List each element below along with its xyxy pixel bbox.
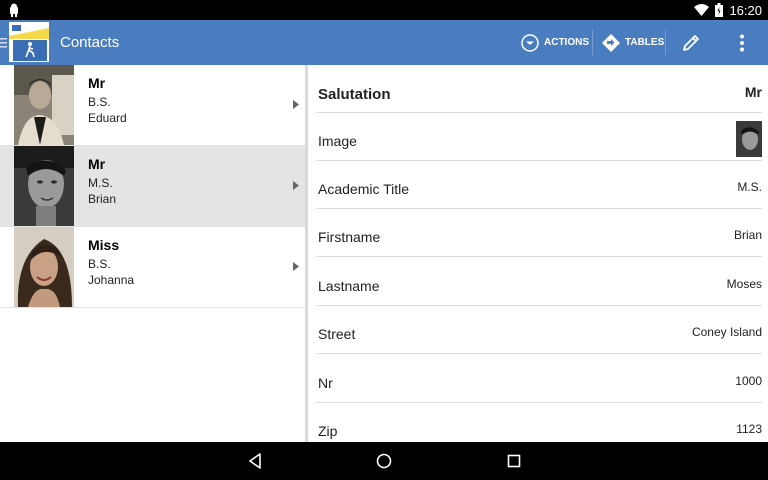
contact-photo	[14, 227, 74, 307]
detail-row-academic-title[interactable]: Academic Title M.S.	[316, 161, 762, 209]
detail-label: Nr	[318, 375, 333, 391]
contact-list: Mr B.S. Eduard Mr M.S. Brian Miss B.S. J…	[0, 65, 305, 442]
pencil-icon	[683, 34, 699, 51]
clock: 16:20	[729, 2, 762, 18]
toolbar-divider	[592, 30, 593, 55]
chevron-right-icon	[293, 181, 299, 190]
detail-value: M.S.	[737, 180, 762, 194]
contact-photo	[14, 146, 74, 226]
contact-list-item[interactable]: Mr M.S. Brian	[0, 146, 305, 227]
contact-image-thumbnail[interactable]	[736, 121, 762, 157]
contact-firstname: Eduard	[88, 111, 127, 125]
battery-icon	[715, 3, 724, 17]
more-vertical-icon	[740, 34, 744, 51]
contact-detail: Salutation Mr Image Academic Title M.S. …	[308, 65, 768, 442]
detail-value: Coney Island	[691, 325, 762, 339]
detail-row-firstname[interactable]: Firstname Brian	[316, 209, 762, 257]
contact-firstname: Johanna	[88, 273, 135, 287]
detail-row-street[interactable]: Street Coney Island	[316, 306, 762, 354]
contact-title: M.S.	[88, 176, 113, 190]
tables-diamond-icon	[602, 33, 620, 52]
detail-label: Academic Title	[318, 181, 410, 197]
drawer-indicator-icon[interactable]	[0, 38, 7, 48]
recents-icon	[507, 454, 521, 468]
app-bar: Contacts ACTIONS TABLES	[0, 20, 768, 65]
home-icon	[376, 453, 392, 469]
edit-button[interactable]	[676, 20, 706, 65]
app-title: Contacts	[60, 34, 120, 51]
home-button[interactable]	[364, 442, 404, 480]
back-button[interactable]	[235, 442, 275, 480]
detail-value: Brian	[733, 228, 762, 242]
tables-button[interactable]: TABLES	[602, 20, 664, 65]
wifi-icon	[694, 4, 710, 16]
recents-button[interactable]	[494, 442, 534, 480]
actions-button[interactable]: ACTIONS	[521, 20, 589, 65]
detail-row-image[interactable]: Image	[316, 113, 762, 161]
detail-row-nr[interactable]: Nr 1000	[316, 355, 762, 403]
chevron-down-circle-icon	[521, 33, 539, 52]
detail-label: Image	[318, 133, 357, 149]
detail-value: 1123	[736, 422, 762, 436]
detail-value: Moses	[726, 277, 762, 291]
system-nav-bar	[0, 442, 768, 480]
detail-label: Firstname	[318, 229, 381, 245]
actions-label: ACTIONS	[544, 37, 589, 48]
detail-label: Salutation	[318, 86, 391, 103]
chevron-right-icon	[293, 100, 299, 109]
contact-title: B.S.	[88, 95, 111, 109]
detail-label: Lastname	[318, 278, 380, 294]
detail-value: Mr	[744, 84, 762, 100]
detail-row-zip[interactable]: Zip 1123	[316, 403, 762, 442]
content-area: Mr B.S. Eduard Mr M.S. Brian Miss B.S. J…	[0, 65, 768, 442]
android-notification-icon	[10, 3, 18, 17]
app-logo-icon[interactable]	[9, 22, 49, 62]
detail-label: Street	[318, 326, 356, 342]
tables-label: TABLES	[625, 37, 665, 48]
chevron-right-icon	[293, 262, 299, 271]
contact-photo	[14, 65, 74, 145]
overflow-menu-button[interactable]	[727, 20, 757, 65]
contact-salutation: Miss	[88, 237, 120, 253]
toolbar-divider	[665, 30, 666, 55]
contact-salutation: Mr	[88, 156, 106, 172]
detail-row-lastname[interactable]: Lastname Moses	[316, 258, 762, 306]
back-icon	[249, 453, 261, 469]
contact-title: B.S.	[88, 257, 111, 271]
detail-row-salutation[interactable]: Salutation Mr	[316, 65, 762, 113]
contact-list-item[interactable]: Miss B.S. Johanna	[0, 227, 305, 308]
detail-value: 1000	[735, 374, 762, 388]
contact-list-item[interactable]: Mr B.S. Eduard	[0, 65, 305, 146]
contact-salutation: Mr	[88, 75, 106, 91]
detail-label: Zip	[318, 423, 338, 439]
status-bar: 16:20	[0, 0, 768, 20]
contact-firstname: Brian	[88, 192, 117, 206]
